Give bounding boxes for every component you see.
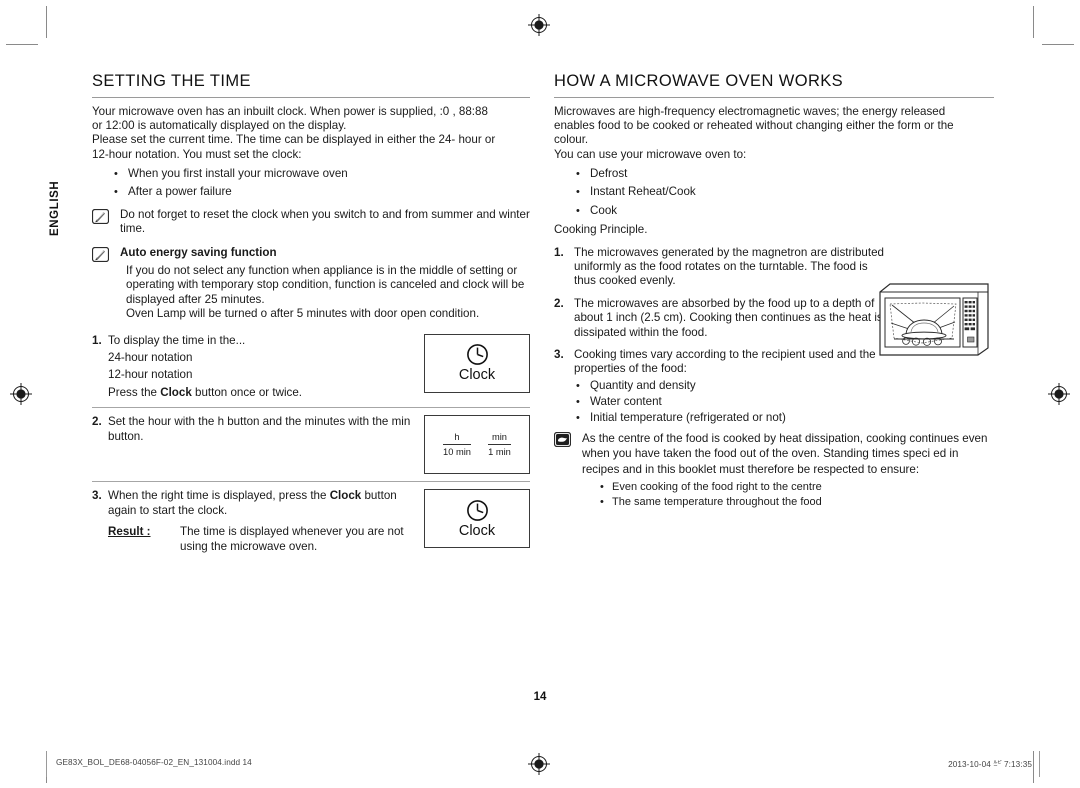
crop-mark-top-left-vertical — [46, 6, 47, 38]
step-2-number: 2. — [92, 415, 102, 429]
step-divider-1 — [92, 407, 530, 409]
h-button-key: h 10 min — [443, 432, 471, 458]
intro-line-3: Please set the current time. The time ca… — [92, 133, 496, 147]
min-button-bottom-label: 1 min — [488, 446, 511, 457]
page-number: 14 — [533, 691, 547, 703]
note-reset-clock-text: Do not forget to reset the clock when yo… — [120, 207, 530, 236]
min-button-top-label: min — [487, 432, 511, 445]
clock-key-figure-step1: Clock — [424, 333, 530, 393]
right-intro-line-1: Microwaves are high-frequency electromag… — [554, 105, 946, 118]
clock-button-word: Clock — [160, 385, 192, 399]
right-step-1-number: 1. — [554, 245, 564, 259]
result-label: Result : — [108, 525, 151, 539]
right-intro-line-3: colour. — [554, 133, 589, 147]
right-intro-line-4: You can use your microwave oven to: — [554, 147, 747, 161]
setup-conditions-list: When you first install your microwave ov… — [92, 165, 530, 202]
footer-rule-left — [46, 751, 47, 777]
step-1-text: To display the time in the... — [108, 333, 246, 347]
registration-mark-right-center — [1048, 383, 1070, 405]
step-1-number: 1. — [92, 333, 102, 347]
crop-mark-top-right-horizontal — [1042, 44, 1074, 45]
step-3: 3. When the right time is displayed, pre… — [92, 489, 530, 554]
footer-filename: GE83X_BOL_DE68-04056F-02_EN_131004.indd … — [56, 758, 252, 767]
step-1-sub-line-1: 24-hour notation — [108, 351, 193, 365]
step-divider-2 — [92, 481, 530, 483]
right-step-2: 2. The microwaves are absorbed by the fo… — [554, 297, 884, 340]
note-auto-energy-saving: Auto energy saving function If you do no… — [92, 246, 530, 322]
list-item: Instant Reheat/Cook — [554, 183, 994, 202]
step-3-content: When the right time is displayed, press … — [108, 489, 420, 554]
clock-icon — [466, 499, 489, 522]
step-2: 2. Set the hour with the h button and th… — [92, 415, 530, 475]
intro-line-4: 12-hour notation. You must set the clock… — [92, 147, 302, 161]
list-item: Quantity and density — [554, 378, 994, 394]
right-step-2-number: 2. — [554, 296, 564, 310]
note-heat-dissipation-text: As the centre of the food is cooked by h… — [582, 431, 988, 476]
step-3-result: Result : The time is displayed whenever … — [108, 525, 412, 554]
step-1-content: To display the time in the... 24-hour no… — [108, 334, 420, 401]
microwave-oven-diagram-icon — [876, 282, 992, 357]
right-step-3: 3. Cooking times vary according to the r… — [554, 348, 890, 377]
ensure-list: Even cooking of the food right to the ce… — [582, 480, 994, 509]
h-button-bottom-label: 10 min — [443, 446, 471, 457]
memo-note-icon — [92, 208, 109, 224]
min-button-key: min 1 min — [487, 432, 511, 458]
title-divider-right — [554, 97, 994, 98]
microwave-uses-list: Defrost Instant Reheat/Cook Cook — [554, 165, 994, 221]
crop-mark-top-left-horizontal — [6, 44, 38, 45]
note-auto-energy-body-1: If you do not select any function when a… — [126, 264, 525, 306]
step-1: 1. To display the time in the... 24-hour… — [92, 333, 530, 401]
page-title-setting-the-time: SETTING THE TIME — [92, 72, 251, 90]
list-item: Initial temperature (refrigerated or not… — [554, 410, 994, 426]
title-divider-left — [92, 97, 530, 98]
list-item: When you first install your microwave ov… — [92, 165, 530, 184]
intro-line-1: Your microwave oven has an inbuilt clock… — [92, 105, 488, 118]
list-item: Cook — [554, 202, 994, 221]
step-3-text-before: When the right time is displayed, press … — [108, 489, 330, 503]
right-step-1: 1. The microwaves generated by the magne… — [554, 246, 884, 289]
note-auto-energy-title: Auto energy saving function — [120, 245, 277, 259]
note-heat-dissipation: As the centre of the food is cooked by h… — [554, 431, 994, 510]
right-intro-line-2: enables food to be cooked or reheated wi… — [554, 119, 954, 133]
cooking-principle-heading: Cooking Principle. — [554, 223, 648, 237]
crop-mark-top-right-vertical — [1033, 6, 1034, 38]
right-step-2-text: The microwaves are absorbed by the food … — [574, 296, 883, 339]
list-item: Water content — [554, 394, 994, 410]
list-item: Even cooking of the food right to the ce… — [582, 480, 994, 495]
food-properties-list: Quantity and density Water content Initi… — [554, 378, 994, 426]
hmin-row: h 10 min min 1 min — [425, 432, 529, 458]
footer-rule-right — [1039, 751, 1040, 777]
list-item: After a power failure — [92, 183, 530, 202]
note-auto-energy-body-2: Oven Lamp will be turned o after 5 minut… — [126, 307, 480, 321]
clock-icon — [466, 343, 489, 366]
clock-key-label: Clock — [458, 522, 496, 539]
clock-button-word: Clock — [329, 489, 362, 503]
step-3-number: 3. — [92, 489, 102, 503]
clock-key-figure-step3: Clock — [424, 489, 530, 549]
hmin-key-figure-step2: h 10 min min 1 min — [424, 415, 530, 475]
registration-mark-top-center — [528, 14, 550, 36]
step-1-sub-line-2: 12-hour notation — [108, 368, 193, 382]
note-reset-clock: Do not forget to reset the clock when yo… — [92, 208, 530, 237]
step-2-content: Set the hour with the h button and the m… — [108, 415, 411, 443]
registration-mark-left-center — [10, 383, 32, 405]
result-text: The time is displayed whenever you are n… — [180, 525, 404, 553]
step-1-sub-line-3: Press the Clock button once or twice. — [108, 385, 302, 399]
language-tab: ENGLISH — [49, 180, 61, 236]
h-button-top-label: h — [443, 432, 471, 445]
pointing-hand-note-icon — [554, 431, 571, 447]
page-title-how-a-microwave-oven-works: HOW A MICROWAVE OVEN WORKS — [554, 72, 844, 90]
memo-note-icon — [92, 246, 109, 262]
list-item: Defrost — [554, 165, 994, 184]
left-column: SETTING THE TIME Your microwave oven has… — [92, 72, 530, 554]
clock-key-label: Clock — [458, 367, 496, 384]
footer-timestamp: 2013-10-04 ㍓ 7:13:35 — [948, 760, 1032, 769]
right-step-1-text: The microwaves generated by the magnetro… — [574, 245, 884, 288]
intro-line-2: or 12:00 is automatically displayed on t… — [92, 119, 347, 133]
right-step-3-text: Cooking times vary according to the reci… — [574, 347, 876, 376]
list-item: The same temperature throughout the food — [582, 495, 994, 510]
right-step-3-number: 3. — [554, 347, 564, 361]
crop-mark-bottom-right-vertical — [1033, 751, 1034, 783]
registration-mark-bottom-center — [528, 753, 550, 775]
